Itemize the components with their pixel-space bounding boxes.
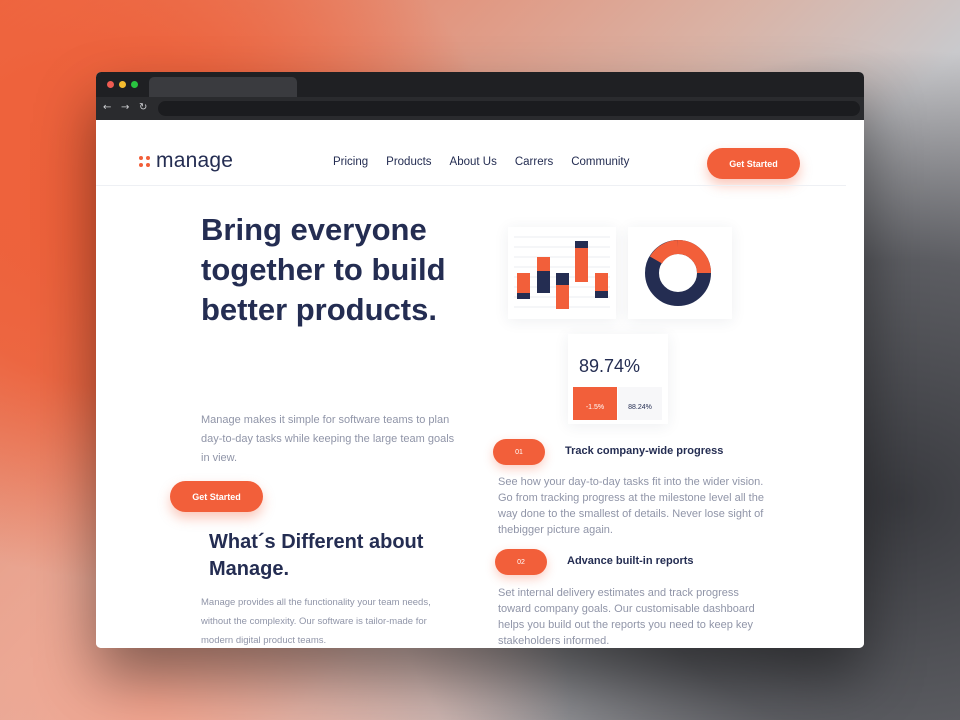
stat-big-value: 89.74% [579,356,641,376]
main-nav: Pricing Products About Us Carrers Commun… [333,156,647,168]
maximize-window-dot[interactable] [131,81,138,88]
browser-toolbar: ← → ↻ [96,97,864,120]
bar-chart-card [508,227,616,319]
web-page: manage Pricing Products About Us Carrers… [96,120,864,648]
feature-text: Set internal delivery estimates and trac… [498,587,755,647]
address-bar[interactable] [158,101,860,116]
bar-chart-illustration [514,236,610,309]
feature-number-badge: 01 [493,439,545,465]
donut-chart-card [628,227,732,319]
feature-number-badge: 02 [495,549,547,575]
forward-arrow-icon[interactable]: → [121,101,129,115]
header-get-started-button[interactable]: Get Started [707,148,800,179]
browser-window: ← → ↻ manage Pricing Products About Us C… [96,72,864,648]
header-divider [96,185,846,186]
hero-title: Bring everyone together to build better … [201,212,446,327]
reload-icon[interactable]: ↻ [139,101,147,115]
minimize-window-dot[interactable] [119,81,126,88]
stat-small-value: 88.24% [618,387,662,420]
browser-titlebar [96,72,864,97]
back-arrow-icon[interactable]: ← [103,101,111,115]
feature-title: Advance built-in reports [567,555,694,567]
close-window-dot[interactable] [107,81,114,88]
logo[interactable]: manage [139,149,233,173]
nav-link-carrers[interactable]: Carrers [515,156,553,168]
feature-title: Track company-wide progress [565,445,724,457]
stat-red-value: -1.5% [573,387,617,420]
feature-text: See how your day-to-day tasks fit into t… [498,476,764,536]
nav-link-community[interactable]: Community [571,156,629,168]
nav-link-about-us[interactable]: About Us [450,156,497,168]
donut-chart-illustration [645,240,711,306]
nav-link-products[interactable]: Products [386,156,431,168]
logo-text: manage [156,149,234,172]
hero-subtitle: Manage makes it simple for software team… [201,414,455,464]
logo-dots-icon [139,155,150,167]
nav-link-pricing[interactable]: Pricing [333,156,368,168]
different-text: Manage provides all the functionality yo… [201,597,431,646]
browser-tab[interactable] [149,77,297,97]
hero-get-started-button[interactable]: Get Started [170,481,263,512]
different-title: What´s Different about Manage. [209,531,424,580]
